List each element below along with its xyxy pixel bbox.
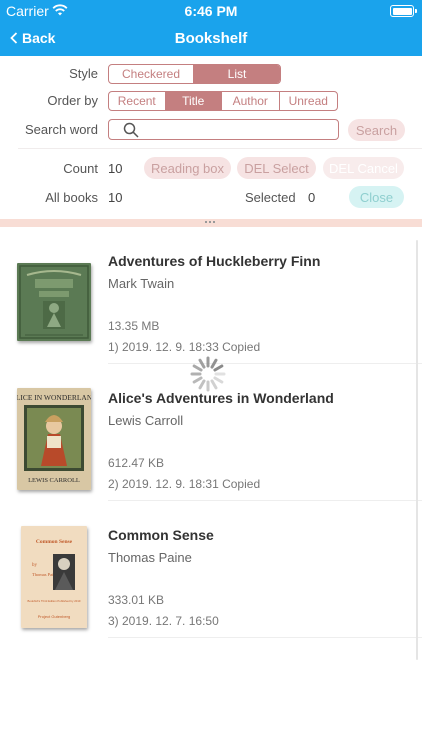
style-option-checkered[interactable]: Checkered: [109, 65, 195, 83]
search-icon: [123, 122, 139, 138]
nav-bar: Back Bookshelf: [0, 22, 422, 56]
book-list-item[interactable]: Adventures of Huckleberry Finn Mark Twai…: [0, 227, 422, 364]
style-label: Style: [69, 66, 98, 81]
status-bar: Carrier 6:46 PM: [0, 0, 422, 22]
book-author: Mark Twain: [108, 276, 175, 291]
spinner-spoke: [213, 364, 224, 372]
book-title: Common Sense: [108, 527, 214, 543]
spinner-spoke: [192, 364, 203, 372]
book-size: 13.35 MB: [108, 319, 160, 333]
loading-spinner-icon: [190, 356, 226, 392]
selected-label: Selected: [245, 190, 296, 205]
spinner-spoke: [198, 379, 206, 390]
search-word-label: Search word: [25, 122, 98, 137]
style-segmented-control: Checkered List: [108, 64, 281, 84]
list-scrollbar[interactable]: [416, 240, 418, 660]
spinner-spoke: [210, 379, 218, 390]
cover-title-text: ALICE IN WONDERLAND: [17, 393, 91, 402]
cover-by-text: by: [32, 563, 38, 568]
book-size: 612.47 KB: [108, 456, 165, 470]
cover-edition-text: Bookfish's Third Edition Published by 20…: [28, 599, 81, 603]
order-option-unread[interactable]: Unread: [280, 92, 337, 110]
order-option-recent[interactable]: Recent: [109, 92, 166, 110]
book-list-item[interactable]: Common Sense by Thomas Paine Bookfish's …: [0, 501, 422, 638]
search-input[interactable]: [108, 119, 339, 140]
book-size: 333.01 KB: [108, 593, 165, 607]
all-books-label: All books: [45, 190, 98, 205]
order-segmented-control: Recent Title Author Unread: [108, 91, 338, 111]
book-author: Thomas Paine: [108, 550, 192, 565]
spinner-spoke: [192, 376, 203, 384]
battery-icon: [390, 5, 417, 17]
count-label: Count: [63, 161, 98, 176]
book-cover-image: Common Sense by Thomas Paine Bookfish's …: [21, 526, 87, 628]
page-title: Bookshelf: [174, 30, 248, 47]
divider: [18, 148, 422, 149]
del-cancel-button[interactable]: DEL Cancel: [323, 157, 404, 179]
reading-box-button[interactable]: Reading box: [144, 157, 231, 179]
drag-handle-icon: [205, 221, 217, 224]
selected-value: 0: [308, 190, 316, 205]
book-date: 3) 2019. 12. 7. 16:50: [108, 614, 219, 628]
cover-author-text: LEWIS CARROLL: [28, 477, 80, 484]
book-title: Adventures of Huckleberry Finn: [108, 253, 321, 269]
book-author: Lewis Carroll: [108, 413, 184, 428]
book-date: 1) 2019. 12. 9. 18:33 Copied: [108, 340, 261, 354]
cover-title-text: Common Sense: [36, 539, 73, 545]
spinner-spoke: [210, 358, 218, 369]
order-label: Order by: [47, 93, 98, 108]
spinner-spoke: [213, 376, 224, 384]
book-title: Alice's Adventures in Wonderland: [108, 390, 334, 406]
book-date: 2) 2019. 12. 9. 18:31 Copied: [108, 477, 261, 491]
clock: 6:46 PM: [184, 3, 238, 19]
del-select-button[interactable]: DEL Select: [237, 157, 316, 179]
row-divider: [108, 637, 422, 638]
cover-publisher-text: Project Gutenberg: [38, 614, 70, 619]
book-cover-image: ALICE IN WONDERLAND LEWIS CARROLL: [17, 388, 91, 490]
close-button[interactable]: Close: [349, 186, 404, 208]
book-cover-image: [17, 263, 91, 341]
style-option-list[interactable]: List: [194, 65, 280, 83]
order-option-title[interactable]: Title: [165, 92, 222, 110]
spinner-spoke: [198, 358, 206, 369]
search-button[interactable]: Search: [348, 119, 405, 141]
all-books-value: 10: [108, 190, 123, 205]
order-option-author[interactable]: Author: [222, 92, 280, 110]
count-value: 10: [108, 161, 123, 176]
